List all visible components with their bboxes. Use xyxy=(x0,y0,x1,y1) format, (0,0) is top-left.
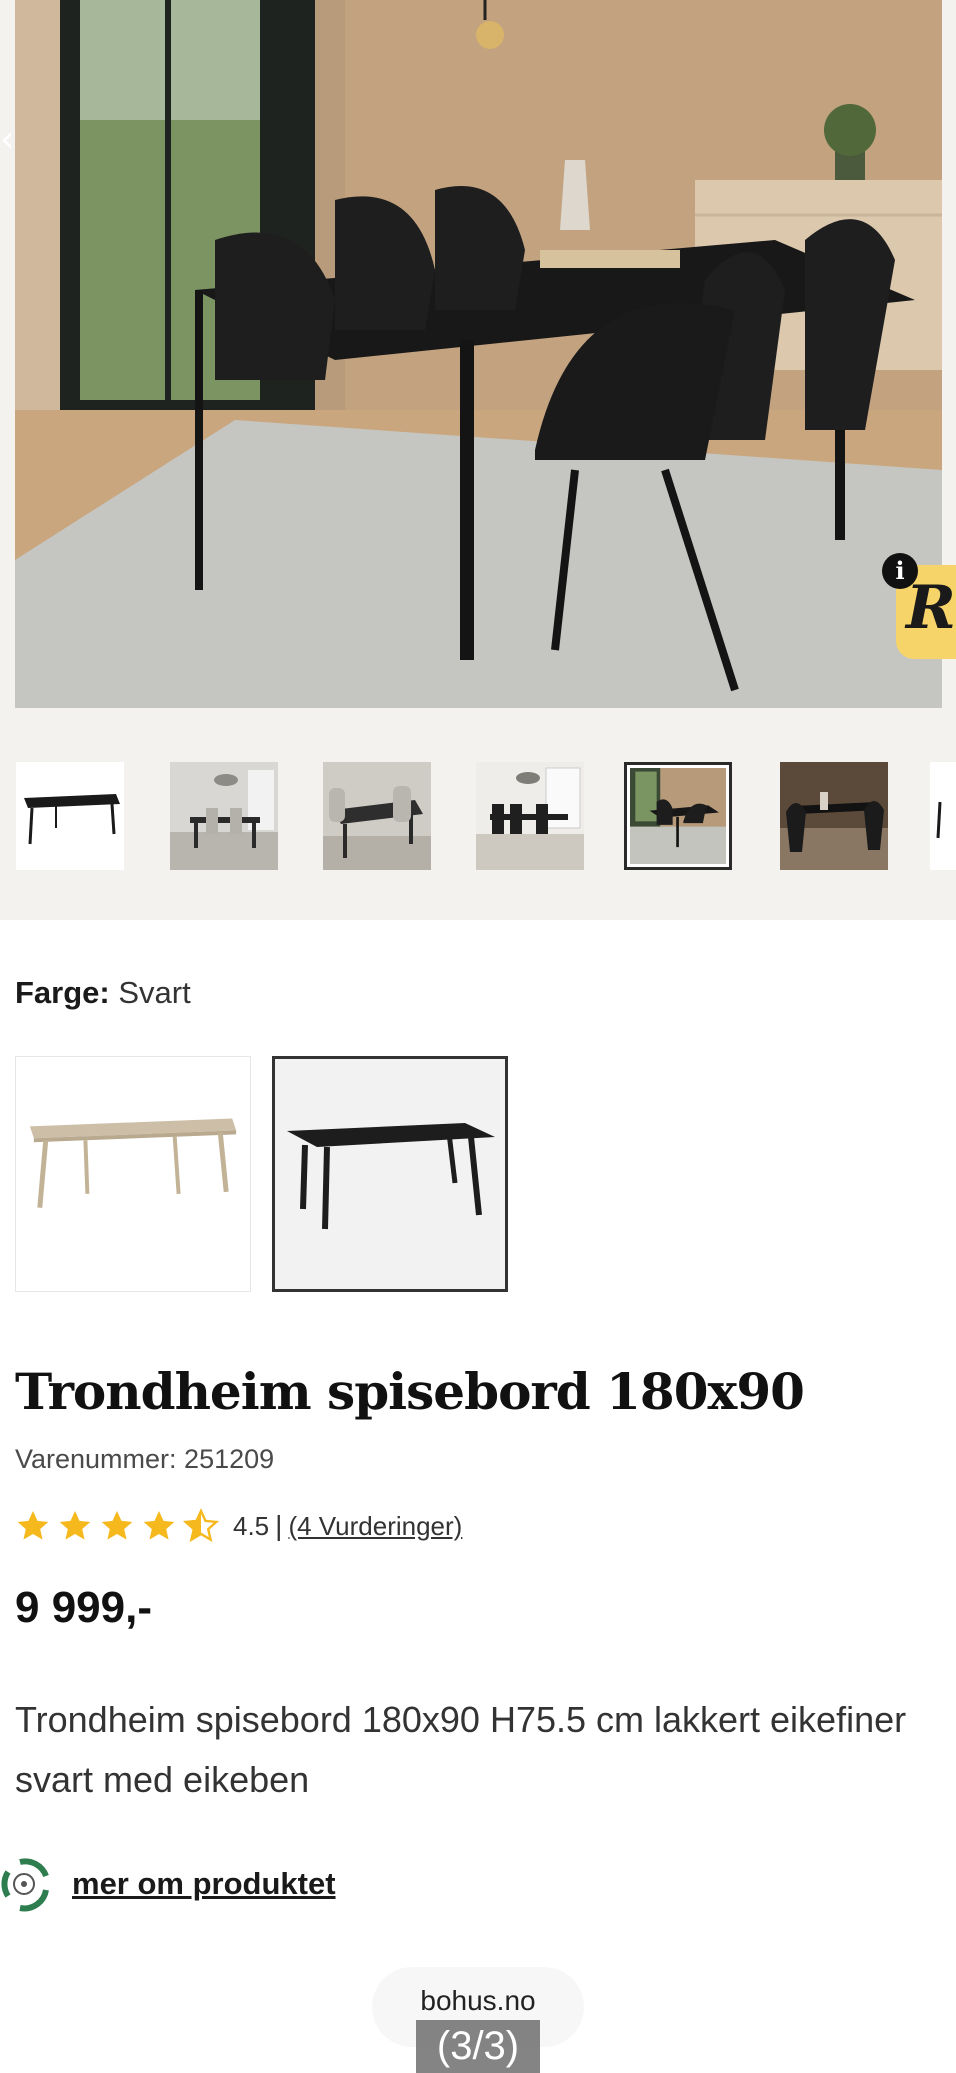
promo-badge-letter: R xyxy=(906,573,956,643)
product-title: Trondheim spisebord 180x90 xyxy=(15,1362,805,1421)
white-room-thumb-image xyxy=(476,762,584,870)
dark-room-thumb-image xyxy=(630,768,726,864)
thumbnail-2[interactable] xyxy=(170,762,278,870)
grey-room-thumb-image xyxy=(170,762,278,870)
more-about-product[interactable]: mer om produktet xyxy=(0,1852,336,1916)
thumbnail-5[interactable] xyxy=(624,762,732,870)
oak-table-swatch-image xyxy=(29,1118,237,1208)
thumbnail-strip xyxy=(0,722,956,920)
rating-row: 4.5 | (4 Vurderinger) xyxy=(15,1506,462,1546)
color-selected-value: Svart xyxy=(118,975,191,1010)
rating-separator: | xyxy=(275,1510,283,1541)
partial-thumb-image xyxy=(930,762,956,870)
info-icon[interactable]: i xyxy=(882,553,918,589)
more-about-product-link[interactable]: mer om produktet xyxy=(72,1866,336,1902)
reviews-link[interactable]: (4 Vurderinger) xyxy=(288,1511,462,1542)
previous-image-arrow-icon[interactable]: ‹ xyxy=(0,120,18,160)
star-half-icon xyxy=(183,1508,219,1543)
product-gallery: ‹ i R xyxy=(0,0,956,722)
star-full-icon xyxy=(59,1511,91,1540)
star-full-icon xyxy=(17,1511,49,1540)
star-full-icon xyxy=(101,1511,133,1540)
source-domain: bohus.no xyxy=(420,1985,536,2016)
thumbnail-1[interactable] xyxy=(16,762,124,870)
eco-recycle-icon xyxy=(1,1858,49,1912)
color-label: Farge: Svart xyxy=(15,975,191,1011)
thumbnail-7[interactable] xyxy=(930,762,956,870)
product-sku: Varenummer: 251209 xyxy=(15,1444,275,1474)
hero-image[interactable] xyxy=(15,0,942,708)
star-rating xyxy=(15,1508,219,1544)
rating-value: 4.5 xyxy=(233,1510,270,1541)
black-table-thumb-image xyxy=(16,762,124,870)
color-label-key: Farge: xyxy=(15,975,110,1010)
product-description: Trondheim spisebord 180x90 H75.5 cm lakk… xyxy=(15,1699,907,1800)
thumbnail-3[interactable] xyxy=(323,762,431,870)
color-option-black[interactable] xyxy=(272,1056,508,1292)
product-price: 9 999,- xyxy=(15,1583,152,1632)
black-chairs-thumb-image xyxy=(780,762,888,870)
grey-room-closeup-thumb-image xyxy=(323,762,431,870)
star-full-icon xyxy=(143,1511,175,1540)
color-option-oak[interactable] xyxy=(15,1056,251,1292)
page-counter: (3/3) xyxy=(416,2020,540,2073)
thumbnail-4[interactable] xyxy=(476,762,584,870)
black-table-swatch-image xyxy=(287,1123,495,1230)
thumbnail-6[interactable] xyxy=(780,762,888,870)
dining-room-photo xyxy=(15,0,942,708)
